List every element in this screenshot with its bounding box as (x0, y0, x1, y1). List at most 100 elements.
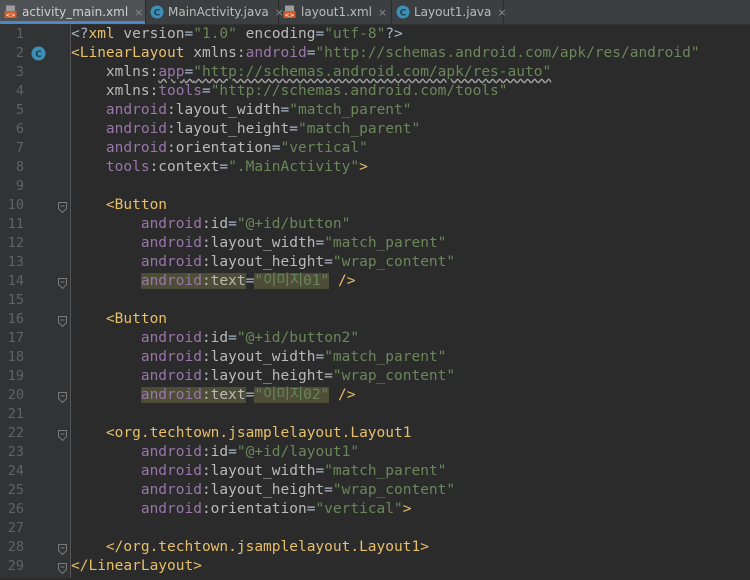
code-line[interactable]: 20 android:text="이미지02" /> (0, 386, 750, 405)
code-line[interactable]: 13 android:layout_height="wrap_content" (0, 253, 750, 272)
code-line[interactable]: 28 </org.techtown.jsamplelayout.Layout1> (0, 538, 750, 557)
code-line[interactable]: 19 android:layout_height="wrap_content" (0, 367, 750, 386)
line-number: 6 (15, 121, 24, 137)
tab-layout1-java[interactable]: C Layout1.java × (392, 0, 507, 24)
code-token: "utf-8" (324, 26, 386, 42)
line-number: 17 (7, 330, 24, 346)
code-line[interactable]: 18 android:layout_width="match_parent" (0, 348, 750, 367)
code-token: <? (71, 26, 89, 42)
code-line[interactable]: 9 (0, 177, 750, 196)
code-token: "http://schemas.android.com/apk/res-auto… (193, 64, 552, 80)
tab-layout1-xml[interactable]: <> layout1.xml × (279, 0, 392, 24)
tab-label: layout1.xml (301, 5, 373, 19)
code-line[interactable]: 12 android:layout_width="match_parent" (0, 234, 750, 253)
code-token: "1.0" (193, 26, 237, 42)
code-line[interactable]: 15 (0, 291, 750, 310)
code-token: </org.techtown.jsamplelayout.Layout1> (71, 539, 429, 555)
close-icon[interactable]: × (497, 6, 506, 19)
code-line[interactable]: 21 (0, 405, 750, 424)
code-token: = (289, 121, 298, 137)
java-class-icon: C (396, 5, 410, 19)
line-number: 18 (7, 349, 24, 365)
line-number: 13 (7, 254, 24, 270)
code-text: <?xml version="1.0" encoding="utf-8"?> (71, 25, 403, 44)
code-token: :layout_height (201, 368, 325, 384)
line-number: 14 (7, 273, 24, 289)
code-token: :layout_height (201, 254, 325, 270)
code-text: <Button (71, 196, 167, 215)
code-token: <Button (71, 311, 168, 327)
tab-activity-main-xml[interactable]: <> activity_main.xml × (0, 0, 146, 24)
code-line[interactable]: 3 xmlns:app="http://schemas.android.com/… (0, 63, 750, 82)
code-line[interactable]: 5 android:layout_width="match_parent" (0, 101, 750, 120)
code-token: "http://schemas.android.com/apk/res/andr… (315, 45, 700, 61)
code-token: "이미지02" (254, 387, 330, 403)
line-number: 24 (7, 463, 24, 479)
code-token: = (315, 26, 325, 42)
code-token: </LinearLayout> (71, 558, 202, 574)
code-line[interactable]: 25 android:layout_height="wrap_content" (0, 481, 750, 500)
code-line[interactable]: 26 android:orientation="vertical"> (0, 500, 750, 519)
code-token: "match_parent" (324, 349, 447, 365)
code-token: android (245, 45, 307, 61)
code-line[interactable]: 24 android:layout_width="match_parent" (0, 462, 750, 481)
code-token: = (219, 159, 229, 175)
code-token: android (71, 235, 202, 251)
close-icon[interactable]: × (134, 6, 143, 19)
line-number: 19 (7, 368, 24, 384)
code-line[interactable]: 6 android:layout_height="match_parent" (0, 120, 750, 139)
code-line[interactable]: 16 <Button (0, 310, 750, 329)
code-text: android:id="@+id/layout1" (71, 443, 359, 462)
code-token: :layout_height (167, 121, 290, 137)
code-token: android (71, 254, 202, 270)
code-token: <LinearLayout (71, 45, 194, 61)
code-token: app (158, 64, 185, 80)
svg-text:<>: <> (284, 12, 294, 19)
fold-icon[interactable] (58, 561, 67, 580)
code-token: version (123, 26, 185, 42)
code-line[interactable]: 7 android:orientation="vertical" (0, 139, 750, 158)
code-line[interactable]: 10 <Button (0, 196, 750, 215)
code-token: tools (158, 83, 202, 99)
code-token: :id (201, 216, 229, 232)
code-line[interactable]: 14 android:text="이미지01" /> (0, 272, 750, 291)
code-line[interactable]: 4 xmlns:tools="http://schemas.android.co… (0, 82, 750, 101)
code-line[interactable]: 23 android:id="@+id/layout1" (0, 443, 750, 462)
code-line[interactable]: 11 android:id="@+id/button" (0, 215, 750, 234)
code-text: xmlns:tools="http://schemas.android.com/… (71, 82, 508, 101)
code-line[interactable]: 22 <org.techtown.jsamplelayout.Layout1 (0, 424, 750, 443)
code-text: <org.techtown.jsamplelayout.Layout1 (71, 424, 412, 443)
xml-file-icon: <> (283, 5, 297, 19)
code-token: android (71, 349, 202, 365)
code-token: tools (71, 159, 150, 175)
tab-mainactivity-java[interactable]: C MainActivity.java × (146, 0, 284, 24)
code-text: android:id="@+id/button2" (71, 329, 359, 348)
code-text: android:layout_width="match_parent" (71, 462, 447, 481)
code-token: = (228, 444, 237, 460)
code-line[interactable]: 8 tools:context=".MainActivity"> (0, 158, 750, 177)
code-token: :layout_height (201, 482, 325, 498)
code-token: android (71, 463, 202, 479)
code-token: xmlns: (71, 64, 159, 80)
code-token: ".MainActivity" (228, 159, 360, 175)
line-number: 28 (7, 539, 24, 555)
code-editor[interactable]: 1 <?xml version="1.0" encoding="utf-8"?> 2… (0, 25, 750, 578)
code-token: :orientation (201, 501, 307, 517)
line-number: 16 (7, 311, 24, 327)
line-number: 25 (7, 482, 24, 498)
code-token: :orientation (167, 140, 272, 156)
code-token: xmlns: (71, 83, 159, 99)
code-text: android:id="@+id/button" (71, 215, 351, 234)
code-text: tools:context=".MainActivity"> (71, 158, 368, 177)
close-icon[interactable]: × (378, 6, 387, 19)
xml-file-icon: <> (4, 5, 18, 19)
code-token: "match_parent" (324, 463, 447, 479)
code-text: android:layout_height="match_parent" (71, 120, 420, 139)
code-line[interactable]: 29 </LinearLayout> (0, 557, 750, 576)
editor-tab-bar: <> activity_main.xml × C MainActivity.java × <… (0, 0, 750, 25)
code-text: android:layout_height="wrap_content" (71, 253, 455, 272)
code-line[interactable]: 27 (0, 519, 750, 538)
code-line[interactable]: 2 C <LinearLayout xmlns:android="http://sc… (0, 44, 750, 63)
code-line[interactable]: 17 android:id="@+id/button2" (0, 329, 750, 348)
code-line[interactable]: 1 <?xml version="1.0" encoding="utf-8"?> (0, 25, 750, 44)
